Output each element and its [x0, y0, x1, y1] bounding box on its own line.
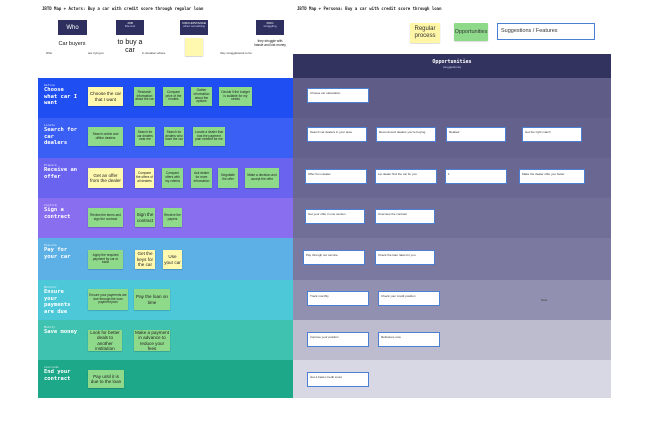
stage-label: Conclude End your contract	[44, 365, 71, 382]
sticky-note[interactable]: Get the keys for the car	[135, 250, 155, 269]
sticky-note[interactable]: Compare the offers of all dealers	[135, 168, 154, 188]
sticky-note[interactable]: Locate a dealer that has the payment pla…	[193, 127, 225, 146]
opportunity-box[interactable]: Get the right match	[522, 127, 582, 142]
opportunity-row-monitor: Track monthly Check your credit position…	[293, 280, 611, 320]
stage-row-prepare: Prepare Receive an offer Get an offer fr…	[38, 158, 293, 198]
sticky-note[interactable]: Pay the loan on time	[134, 289, 170, 310]
circumstance-sticky[interactable]	[185, 38, 203, 56]
opportunity-box[interactable]: Get a better credit score	[307, 372, 369, 387]
stray-label: Note	[541, 298, 548, 302]
sticky-note[interactable]: Compare price of the models	[163, 87, 184, 106]
opportunity-row-locate: Search car dealers in your area Recommen…	[293, 118, 611, 158]
stage-row-confirm: Confirm Sign a contract Review the terms…	[38, 198, 293, 238]
map-title-right: JBTD Map + Persona: Buy a car with credi…	[297, 6, 442, 11]
opportunity-box[interactable]: Refinance now	[378, 332, 440, 347]
opportunity-box[interactable]: Pay through our service	[303, 250, 365, 265]
stage-label: Confirm Sign a contract	[44, 203, 71, 220]
jtbd-map-board: JBTD Map + Actors: Buy a car with credit…	[38, 2, 611, 398]
opportunity-box[interactable]: Let dealer find the car for you	[375, 169, 437, 184]
sticky-note[interactable]: Pay until it is due to the loan	[88, 370, 124, 388]
opportunity-row-modify: Improve your position Refinance now	[293, 320, 611, 360]
opportunity-box[interactable]: Check the loan rates for you	[375, 250, 435, 265]
connector-struggle: they struggle/want to be	[220, 51, 252, 55]
stage-row-define: Define Choose what car I want Choose the…	[38, 78, 293, 118]
opportunities-header: Opportunities (suggestions)	[293, 54, 611, 78]
opportunity-box[interactable]: Recommend dealers you're buying	[376, 127, 436, 142]
circumstance-chip[interactable]: CIRCUMSTANCE when something	[180, 20, 208, 35]
who-example: Car buyers	[58, 41, 86, 47]
opportunity-row-execute: Pay through our service Check the loan r…	[293, 238, 611, 280]
opportunity-box[interactable]: Track monthly	[307, 291, 369, 306]
sticky-note[interactable]: Make a payment in advance to reduce your…	[134, 330, 170, 351]
connector-trying: are trying to	[88, 51, 104, 55]
connector-situation: in situation where	[142, 51, 166, 55]
sticky-note[interactable]: Compare offers with my criteria	[162, 168, 183, 188]
opportunities-title: Opportunities	[432, 59, 472, 65]
suggestions-features-box[interactable]: Suggestions / Features	[497, 23, 595, 40]
sticky-note[interactable]: Get an offer from the dealer	[88, 168, 123, 188]
sticky-note[interactable]: Look for better deals to another institu…	[88, 330, 122, 351]
opportunity-row-define: Choose car calculation	[293, 78, 611, 118]
opportunities-subtitle: (suggestions)	[442, 65, 461, 69]
opportunity-box[interactable]: Search car dealers in your area	[307, 127, 367, 142]
sticky-note[interactable]: Decide if the budget is suitable for my …	[219, 87, 252, 106]
sticky-note[interactable]: Review the terms and sign the contract	[88, 208, 123, 227]
sticky-note[interactable]: Use your car	[163, 250, 182, 269]
sticky-note[interactable]: Negotiate the offer	[218, 168, 238, 188]
map-title-left: JBTD Map + Actors: Buy a car with credit…	[42, 6, 204, 11]
sticky-note[interactable]: Receive the papers	[163, 208, 182, 227]
opportunity-row-confirm: Get your offer in one section Overview t…	[293, 198, 611, 238]
stage-label: Define Choose what car I want	[44, 83, 78, 106]
opportunity-box[interactable]: Improve your position	[307, 332, 369, 347]
stage-label: Execute Pay for your car	[44, 243, 71, 260]
sticky-note[interactable]: Make a decision and accept the offer	[245, 168, 279, 188]
opportunity-box[interactable]: Overview the contract	[375, 209, 435, 224]
pain-chip[interactable]: PAIN struggling	[256, 20, 284, 35]
opportunity-box[interactable]: Choose car calculation	[307, 88, 369, 103]
job-chip[interactable]: JOB title text	[116, 20, 144, 35]
opportunity-box[interactable]: Make the dealer offer you better	[519, 169, 585, 184]
sticky-note[interactable]: Research information about the car	[134, 87, 155, 106]
sticky-note[interactable]: Choose the car that I want	[88, 87, 123, 106]
stage-row-modify: Modify Save money Look for better deals …	[38, 320, 293, 360]
sticky-note[interactable]: Apply the required payment by car or ban…	[88, 250, 123, 269]
who-chip[interactable]: Who	[58, 20, 87, 35]
stage-label: Locate Search for car dealers	[44, 123, 78, 146]
opportunity-box[interactable]: Offer from dealer	[305, 169, 367, 184]
opportunity-box[interactable]: Get your offer in one section	[305, 209, 365, 224]
connector-who: Who	[46, 51, 53, 55]
opportunity-row-prepare: Offer from dealer Let dealer find the ca…	[293, 158, 611, 198]
sticky-note[interactable]: Search for dealers who have the car	[164, 127, 184, 146]
pain-example: they struggle with hassle and lost money	[254, 39, 286, 47]
opportunity-row-conclude: Get a better credit score	[293, 360, 611, 398]
sticky-note[interactable]: Ask dealer for more information	[191, 168, 212, 188]
stage-row-conclude: Conclude End your contract Pay until it …	[38, 360, 293, 398]
sticky-note[interactable]: Ensure your payments are due through the…	[88, 289, 128, 310]
opportunity-box[interactable]: 1	[445, 169, 507, 184]
sticky-note[interactable]: Search online and offline dealers	[88, 127, 123, 146]
sticky-note[interactable]: Sign the contract	[135, 208, 155, 227]
stage-row-execute: Execute Pay for your car Apply the requi…	[38, 238, 293, 280]
regular-process-sticky[interactable]: Regular process	[410, 23, 440, 43]
sticky-note[interactable]: Search for car dealers near me	[135, 127, 155, 146]
stage-label: Modify Save money	[44, 325, 78, 335]
sticky-note[interactable]: Gather information about the options	[191, 87, 212, 106]
stage-label: Prepare Receive an offer	[44, 163, 78, 180]
opportunity-box[interactable]: Check your credit position	[378, 291, 440, 306]
opportunity-box[interactable]: Related	[446, 127, 506, 142]
stage-row-monitor: Monitor Ensure your payments are due Ens…	[38, 280, 293, 320]
opportunities-sticky[interactable]: Opportunities	[454, 23, 488, 41]
stage-row-locate: Locate Search for car dealers Search onl…	[38, 118, 293, 158]
stage-label: Monitor Ensure your payments are due	[44, 285, 71, 315]
